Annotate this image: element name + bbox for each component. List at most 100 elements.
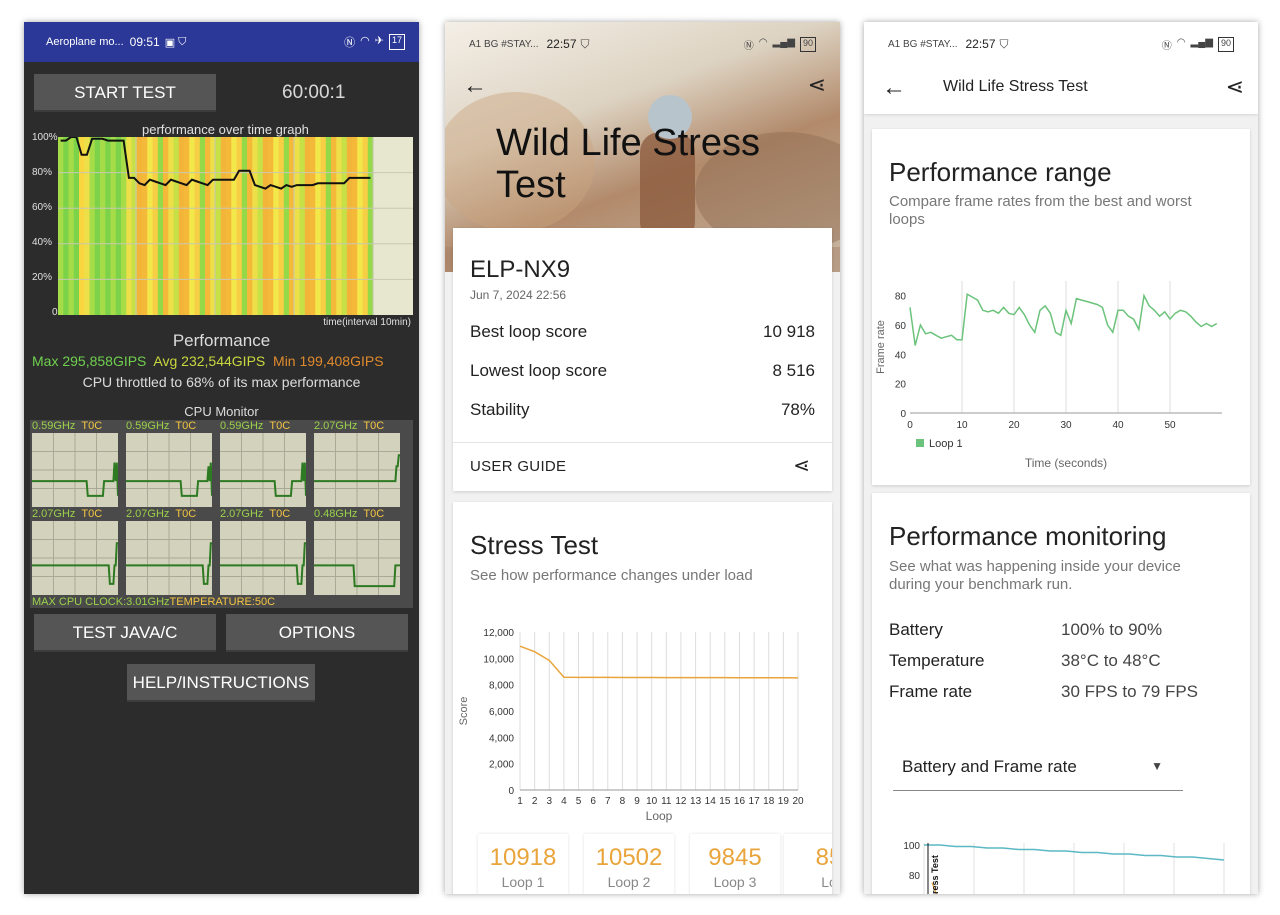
user-guide-link[interactable]: USER GUIDE bbox=[470, 458, 566, 475]
legend-swatch bbox=[916, 439, 924, 447]
performance-bar bbox=[273, 137, 280, 315]
loop-label: Loop 3 bbox=[713, 874, 757, 890]
performance-monitoring-title: Performance monitoring bbox=[889, 521, 1167, 551]
loop-score: 10502 bbox=[595, 844, 663, 871]
x-tick-label: 5 bbox=[576, 796, 582, 807]
cpu-core-temperature: T0C bbox=[269, 508, 291, 520]
cpu-core-graph bbox=[126, 433, 212, 507]
x-tick-label: 2 bbox=[532, 796, 538, 807]
x-tick-label: 14 bbox=[705, 796, 717, 807]
performance-bar bbox=[215, 137, 222, 315]
lowest-loop-label: Lowest loop score bbox=[470, 361, 608, 380]
legend-label: Loop 1 bbox=[929, 438, 963, 450]
share-icon[interactable]: ⋖ bbox=[808, 72, 826, 98]
cpu-core-graph-svg bbox=[314, 521, 400, 595]
score-line bbox=[519, 645, 799, 679]
clock: 22:57 bbox=[546, 37, 577, 51]
x-tick-label: 12 bbox=[675, 796, 687, 807]
stability-label: Stability bbox=[470, 400, 530, 419]
performance-bar bbox=[241, 137, 248, 315]
shield-icon: ⛉ bbox=[580, 36, 590, 51]
loop-card[interactable]: 10918 Loop 1 bbox=[478, 834, 568, 894]
performance-monitoring-card: Performance monitoring See what was happ… bbox=[872, 493, 1250, 894]
wild-life-details-screen: A1 BG #STAY... 22:57 ⛉ Ⓝ ◠ ▂▄▆ 90 ← Wild… bbox=[864, 22, 1258, 894]
y-tick-60: 60% bbox=[32, 202, 53, 213]
battery-row: Battery 100% to 90% bbox=[889, 620, 1162, 640]
stress-test-subtitle: See how performance changes under load bbox=[470, 567, 753, 584]
performance-bar bbox=[315, 137, 322, 315]
x-tick-label: 6 bbox=[590, 796, 596, 807]
wifi-icon: ◠ bbox=[758, 36, 768, 48]
start-test-button[interactable]: START TEST bbox=[34, 74, 216, 112]
performance-bar bbox=[320, 137, 327, 315]
cpu-core-graph bbox=[126, 521, 212, 595]
performance-bar bbox=[231, 137, 238, 315]
loop-score-strip[interactable]: 10918 Loop 1 10502 Loop 2 9845 Loop 3 85… bbox=[453, 826, 832, 894]
shield-icon: ⛉ bbox=[999, 36, 1009, 51]
share-icon[interactable]: ⋖ bbox=[793, 453, 810, 478]
back-arrow-icon[interactable]: ← bbox=[463, 72, 487, 100]
performance-bar bbox=[94, 137, 101, 315]
loop-card[interactable]: 85 Lo bbox=[784, 834, 832, 894]
performance-bar bbox=[100, 137, 106, 315]
performance-bar bbox=[278, 137, 285, 315]
frame-rate-chart: 0 10 20 30 40 50 0 20 40 60 80 Loop 1 Time (seconds)… bbox=[875, 281, 1222, 470]
cpu-core-graph-svg bbox=[32, 521, 118, 595]
y-tick-label: 20 bbox=[895, 380, 907, 391]
battery-level: 90 bbox=[1220, 37, 1231, 48]
test-java-button[interactable]: TEST JAVA/C bbox=[34, 614, 216, 652]
cpu-core-header: 0.48GHz T0C bbox=[314, 508, 384, 520]
performance-bar bbox=[310, 137, 316, 315]
performance-bar bbox=[205, 137, 211, 315]
x-tick-label: 16 bbox=[734, 796, 746, 807]
cpu-core-temperature: T0C bbox=[269, 420, 291, 432]
performance-bar bbox=[357, 137, 364, 315]
performance-bar bbox=[247, 137, 253, 315]
performance-bar bbox=[252, 137, 259, 315]
share-icon[interactable]: ⋖ bbox=[1226, 74, 1244, 100]
performance-bars bbox=[58, 137, 374, 315]
metric-dropdown[interactable]: Battery and Frame rate ▼ bbox=[893, 745, 1183, 791]
back-arrow-icon[interactable]: ← bbox=[882, 74, 906, 102]
best-loop-row: Best loop score 10 918 bbox=[470, 322, 815, 342]
performance-bar bbox=[84, 137, 91, 315]
performance-bar bbox=[304, 137, 311, 315]
performance-bar bbox=[294, 137, 301, 315]
loop-score: 10918 bbox=[489, 844, 557, 871]
best-loop-label: Best loop score bbox=[470, 322, 588, 341]
x-tick-label: 8 bbox=[620, 796, 626, 807]
cpu-core-1: 0.59GHz T0C bbox=[30, 420, 118, 508]
app-notification-icon: ▣ bbox=[164, 36, 176, 49]
performance-bar bbox=[257, 137, 264, 315]
battery-level: 17 bbox=[391, 35, 402, 45]
loop-score: 9845 bbox=[708, 844, 762, 871]
cpu-core-header: 2.07GHz T0C bbox=[220, 508, 290, 520]
x-tick-label: 18 bbox=[763, 796, 775, 807]
x-tick-label: 50 bbox=[1164, 420, 1176, 431]
performance-range-card: Performance range Compare frame rates fr… bbox=[872, 129, 1250, 485]
cpu-monitor-title: CPU Monitor bbox=[184, 404, 259, 419]
loop-card[interactable]: 10502 Loop 2 bbox=[584, 834, 674, 894]
carrier-label: A1 BG #STAY... bbox=[469, 38, 539, 50]
performance-bar bbox=[362, 137, 369, 315]
cpu-core-6: 2.07GHz T0C bbox=[124, 508, 212, 596]
temperature-value: 38°C to 48°C bbox=[1061, 651, 1161, 670]
cpu-core-3: 0.59GHz T0C bbox=[218, 420, 306, 508]
performance-bar bbox=[163, 137, 169, 315]
loop-score: 85 bbox=[815, 844, 832, 871]
cpu-core-header: 0.59GHz T0C bbox=[32, 420, 102, 432]
loop-card[interactable]: 9845 Loop 3 bbox=[690, 834, 780, 894]
loop-label: Lo bbox=[821, 874, 832, 890]
y-axis-label: Score bbox=[458, 697, 470, 726]
help-instructions-button[interactable]: HELP/INSTRUCTIONS bbox=[127, 664, 315, 702]
airplane-icon: ✈ bbox=[374, 35, 384, 47]
cpu-core-frequency: 2.07GHz bbox=[314, 420, 358, 432]
performance-bar bbox=[331, 137, 337, 315]
performance-bar bbox=[79, 137, 85, 315]
options-button[interactable]: OPTIONS bbox=[226, 614, 408, 652]
frame-rate-label: Frame rate bbox=[889, 682, 973, 701]
cpu-core-temperature: T0C bbox=[81, 508, 103, 520]
performance-bar bbox=[105, 137, 112, 315]
x-tick-label: 7 bbox=[605, 796, 611, 807]
x-tick-label: 11 bbox=[661, 796, 672, 807]
